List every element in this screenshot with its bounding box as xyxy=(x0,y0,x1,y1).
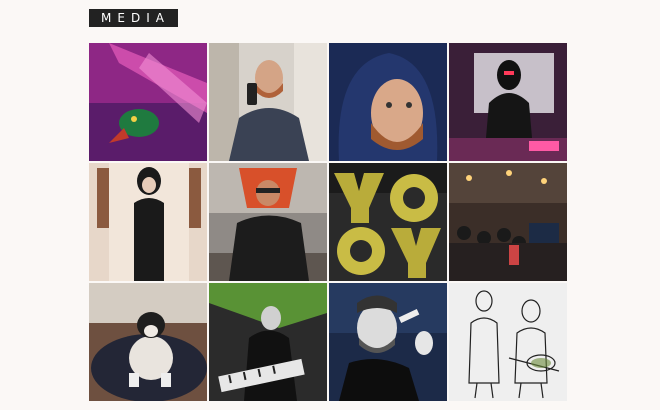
yo-yo-letters-image xyxy=(329,163,447,281)
gallery-tile-8[interactable] xyxy=(449,163,567,281)
gallery-tile-7[interactable] xyxy=(329,163,447,281)
crowd-event-image xyxy=(449,163,567,281)
logo-text: MEDIA xyxy=(101,11,170,25)
dog-on-bed-image xyxy=(89,283,207,401)
gallery-tile-5[interactable] xyxy=(89,163,207,281)
media-logo[interactable]: MEDIA xyxy=(89,9,178,27)
man-with-mask-image xyxy=(209,163,327,281)
gallery-tile-10[interactable] xyxy=(209,283,327,401)
gallery-tile-6[interactable] xyxy=(209,163,327,281)
gallery-tile-12[interactable] xyxy=(449,283,567,401)
pink-bird-image xyxy=(89,43,207,161)
gallery-tile-2[interactable] xyxy=(209,43,327,161)
media-gallery-grid xyxy=(89,43,567,403)
person-in-doorway-image xyxy=(89,163,207,281)
gallery-tile-1[interactable] xyxy=(89,43,207,161)
gallery-tile-3[interactable] xyxy=(329,43,447,161)
hooded-dj-image xyxy=(449,43,567,161)
hooded-man-closeup-image xyxy=(329,43,447,161)
sketch-band-image xyxy=(449,283,567,401)
gallery-tile-4[interactable] xyxy=(449,43,567,161)
man-selfie-hoodie-image xyxy=(209,43,327,161)
keyboard-player-image xyxy=(209,283,327,401)
gallery-tile-9[interactable] xyxy=(89,283,207,401)
gallery-tile-11[interactable] xyxy=(329,283,447,401)
singer-microphone-image xyxy=(329,283,447,401)
